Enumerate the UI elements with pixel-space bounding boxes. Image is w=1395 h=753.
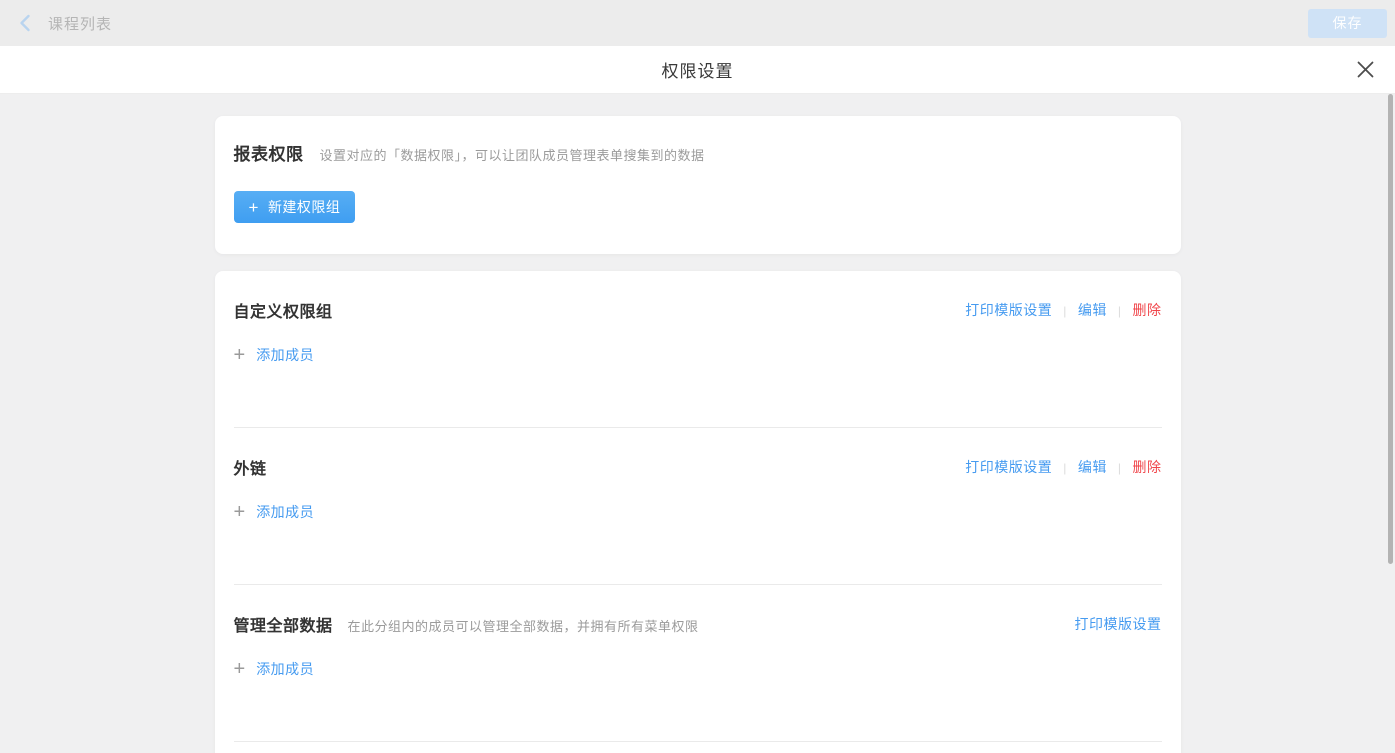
- group-actions: 打印模版设置编辑删除: [965, 300, 1161, 320]
- report-permission-title: 报表权限: [234, 140, 304, 165]
- group-action-print[interactable]: 打印模版设置: [965, 457, 1052, 477]
- breadcrumb-course-list[interactable]: 课程列表: [48, 13, 112, 34]
- add-member-button[interactable]: + 添加成员: [234, 502, 315, 522]
- group-desc: 在此分组内的成员可以管理全部数据，并拥有所有菜单权限: [348, 616, 699, 635]
- new-permission-group-button[interactable]: + 新建权限组: [234, 191, 356, 223]
- modal-body[interactable]: 报表权限 设置对应的「数据权限」，可以让团队成员管理表单搜集到的数据 + 新建权…: [0, 94, 1395, 753]
- scrollbar-thumb[interactable]: [1388, 94, 1393, 564]
- group-name: 外链: [234, 455, 267, 479]
- group-action-delete[interactable]: 删除: [1107, 300, 1162, 320]
- plus-icon: +: [234, 502, 246, 522]
- plus-icon: +: [234, 659, 246, 679]
- permission-group-section: 管理全部数据 在此分组内的成员可以管理全部数据，并拥有所有菜单权限 打印模版设置…: [234, 585, 1162, 742]
- group-action-print[interactable]: 打印模版设置: [1075, 614, 1162, 634]
- permission-group-section: 外链 打印模版设置编辑删除 + 添加成员: [234, 428, 1162, 585]
- report-permission-card: 报表权限 设置对应的「数据权限」，可以让团队成员管理表单搜集到的数据 + 新建权…: [215, 116, 1181, 254]
- group-header: 外链 打印模版设置编辑删除: [234, 455, 1162, 479]
- group-header: 管理全部数据 在此分组内的成员可以管理全部数据，并拥有所有菜单权限 打印模版设置: [234, 612, 1162, 636]
- group-actions: 打印模版设置: [1075, 614, 1162, 634]
- add-member-label: 添加成员: [256, 345, 314, 365]
- topbar-left: 课程列表: [18, 13, 112, 34]
- new-permission-group-label: 新建权限组: [268, 197, 341, 217]
- group-action-edit[interactable]: 编辑: [1052, 457, 1107, 477]
- group-name: 自定义权限组: [234, 298, 333, 322]
- report-permission-desc: 设置对应的「数据权限」，可以让团队成员管理表单搜集到的数据: [320, 145, 705, 164]
- group-action-print[interactable]: 打印模版设置: [965, 300, 1052, 320]
- plus-icon: +: [249, 199, 259, 216]
- add-member-label: 添加成员: [256, 659, 314, 679]
- group-actions: 打印模版设置编辑删除: [965, 457, 1161, 477]
- group-action-edit[interactable]: 编辑: [1052, 300, 1107, 320]
- permission-groups-card: 自定义权限组 打印模版设置编辑删除 + 添加成员 外链 打印模版设置编辑删除 +…: [215, 271, 1181, 753]
- permission-group-section: 自定义权限组 打印模版设置编辑删除 + 添加成员: [234, 271, 1162, 428]
- add-member-button[interactable]: + 添加成员: [234, 659, 315, 679]
- add-member-button[interactable]: + 添加成员: [234, 345, 315, 365]
- topbar: 课程列表 保存: [0, 0, 1395, 46]
- back-chevron-icon[interactable]: [18, 14, 32, 32]
- close-icon[interactable]: [1354, 59, 1376, 81]
- group-header: 自定义权限组 打印模版设置编辑删除: [234, 298, 1162, 322]
- plus-icon: +: [234, 345, 246, 365]
- group-name: 管理全部数据: [234, 612, 333, 636]
- save-button[interactable]: 保存: [1308, 9, 1387, 38]
- group-action-delete[interactable]: 删除: [1107, 457, 1162, 477]
- permission-settings-modal: 权限设置 报表权限 设置对应的「数据权限」，可以让团队成员管理表单搜集到的数据 …: [0, 46, 1395, 753]
- add-member-label: 添加成员: [256, 502, 314, 522]
- permission-group-section: 管理本人数据 在此分组内的成员可以管理自己数据，并拥有所有菜单权限 打印模版设置…: [234, 742, 1162, 753]
- modal-header: 权限设置: [0, 46, 1395, 94]
- modal-title: 权限设置: [662, 57, 734, 82]
